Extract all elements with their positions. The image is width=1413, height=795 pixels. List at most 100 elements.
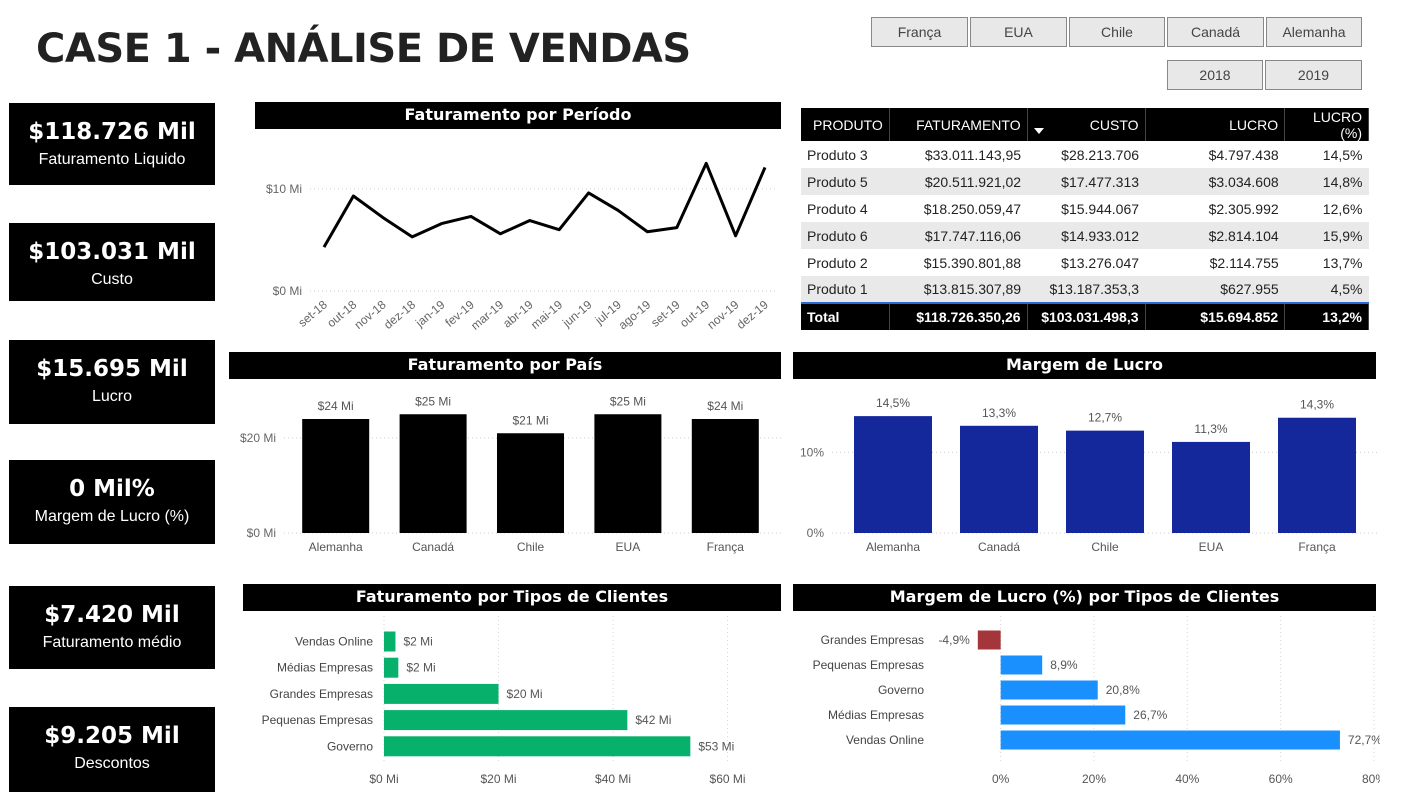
kpi-label: Margem de Lucro (%)	[34, 508, 190, 525]
x-tick-label: Chile	[1091, 540, 1119, 554]
data-label: 20,8%	[1106, 683, 1140, 697]
table-total-cell: $103.031.498,3	[1027, 302, 1146, 330]
category-label: Governo	[327, 739, 373, 753]
x-tick-label: $40 Mi	[595, 772, 631, 786]
data-label: $25 Mi	[415, 394, 451, 408]
column-header-custo[interactable]: CUSTO	[1027, 108, 1146, 141]
x-tick-label: mar-19	[468, 297, 506, 332]
x-tick-label: jan-19	[412, 297, 448, 330]
category-label: Médias Empresas	[277, 661, 373, 675]
x-tick-label: Canadá	[412, 540, 454, 554]
y-tick-label: 0%	[807, 526, 825, 540]
bar	[384, 657, 399, 678]
data-label: $20 Mi	[507, 687, 543, 701]
x-tick-label: EUA	[616, 540, 641, 554]
table-cell: $2.305.992	[1145, 195, 1285, 222]
kpi-card-faturamento: $118.726 Mil Faturamento Liquido	[9, 103, 215, 185]
x-tick-label: EUA	[1199, 540, 1224, 554]
column-header-faturamento[interactable]: FATURAMENTO	[889, 108, 1028, 141]
category-label: Grandes Empresas	[270, 687, 373, 701]
data-label: $53 Mi	[698, 739, 734, 753]
x-tick-label: $20 Mi	[481, 772, 517, 786]
x-tick-label: nov-19	[704, 297, 741, 332]
x-tick-label: Alemanha	[309, 540, 363, 554]
table-total-cell: $15.694.852	[1145, 302, 1286, 330]
kpi-label: Lucro	[91, 388, 133, 405]
data-label: 14,3%	[1300, 398, 1334, 412]
x-tick-label: set-19	[648, 297, 683, 329]
kpi-card-descontos: $9.205 Mil Descontos	[9, 707, 215, 792]
slicer-country-canada[interactable]: Canadá	[1167, 17, 1264, 47]
table-row[interactable]: Produto 6 $17.747.116,06 $14.933.012 $2.814…	[801, 222, 1369, 249]
table-cell: Produto 3	[801, 141, 890, 168]
slicer-year-2018[interactable]: 2018	[1167, 60, 1263, 90]
bar	[1000, 705, 1126, 725]
kpi-value: $7.420 Mil	[44, 602, 180, 628]
kpi-value: $118.726 Mil	[28, 119, 196, 145]
table-row[interactable]: Produto 4 $18.250.059,47 $15.944.067 $2.305…	[801, 195, 1369, 222]
x-tick-label: 20%	[1082, 772, 1106, 786]
bar	[1000, 730, 1340, 750]
bar	[1172, 441, 1250, 533]
kpi-card-margem: 0 Mil% Margem de Lucro (%)	[9, 460, 215, 544]
bar-chart-margem-lucro: 0% 10% 14,5% Alemanha 13,3% Canadá 12,7% Chile 1…	[800, 396, 1380, 554]
y-tick-label: $0 Mi	[273, 284, 302, 298]
slicer-country-alemanha[interactable]: Alemanha	[1266, 17, 1362, 47]
kpi-label: Custo	[91, 271, 133, 288]
slicer-country-franca[interactable]: França	[871, 17, 968, 47]
y-tick-label: $0 Mi	[247, 526, 276, 540]
table-row[interactable]: Produto 3 $33.011.143,95 $28.213.706 $4.797…	[801, 141, 1369, 168]
table-cell: 12,6%	[1284, 195, 1369, 222]
x-tick-label: 60%	[1269, 772, 1293, 786]
sort-down-icon[interactable]	[1033, 128, 1044, 134]
kpi-value: $103.031 Mil	[28, 239, 196, 265]
chart-title-clientes: Faturamento por Tipos de Clientes	[243, 584, 781, 611]
table-cell: Produto 6	[801, 222, 890, 249]
bar	[302, 419, 370, 533]
x-tick-label: França	[707, 540, 745, 554]
column-header-produto[interactable]: PRODUTO	[801, 108, 890, 141]
data-label: 13,3%	[982, 406, 1016, 420]
series-line	[322, 161, 767, 248]
table-cell: $28.213.706	[1027, 141, 1146, 168]
column-header-lucro[interactable]: LUCRO	[1145, 108, 1286, 141]
bar	[1000, 680, 1098, 700]
table-row[interactable]: Produto 2 $15.390.801,88 $13.276.047 $2.114…	[801, 249, 1369, 276]
category-label: Grandes Empresas	[821, 633, 924, 647]
bar	[384, 710, 628, 731]
table-cell: $13.187.353,3	[1027, 276, 1146, 303]
slicer-country-chile[interactable]: Chile	[1069, 17, 1165, 47]
table-cell: $17.747.116,06	[889, 222, 1028, 249]
table-row[interactable]: Produto 5 $20.511.921,02 $17.477.313 $3.034…	[801, 168, 1369, 195]
kpi-value: 0 Mil%	[69, 476, 155, 502]
line-chart-faturamento-periodo: $0 Mi$10 Miset-18out-18nov-18dez-18jan-1…	[266, 161, 775, 333]
table-cell: $627.955	[1145, 276, 1285, 303]
table-cell: $13.815.307,89	[889, 276, 1028, 303]
table-cell: $15.944.067	[1027, 195, 1146, 222]
x-tick-label: $0 Mi	[369, 772, 398, 786]
x-tick-label: 40%	[1175, 772, 1199, 786]
data-label: $2 Mi	[406, 661, 435, 675]
x-tick-label: Alemanha	[866, 540, 920, 554]
table-cell: $17.477.313	[1027, 168, 1146, 195]
x-tick-label: mai-19	[528, 297, 565, 332]
table-cell: $2.814.104	[1145, 222, 1285, 249]
table-cell: 14,8%	[1284, 168, 1369, 195]
slicer-year-2019[interactable]: 2019	[1265, 60, 1362, 90]
bar	[497, 433, 564, 533]
table-cell: Produto 4	[801, 195, 890, 222]
table-cell: $2.114.755	[1145, 249, 1285, 276]
column-header-lucro-pct[interactable]: LUCRO (%)	[1284, 108, 1369, 141]
kpi-card-faturamento-medio: $7.420 Mil Faturamento médio	[9, 586, 215, 669]
data-label: 8,9%	[1050, 658, 1078, 672]
slicer-country-eua[interactable]: EUA	[970, 17, 1067, 47]
x-tick-label: dez-18	[381, 297, 418, 332]
table-cell: 15,9%	[1284, 222, 1369, 249]
data-label: $21 Mi	[512, 413, 548, 427]
table-cell: $14.933.012	[1027, 222, 1146, 249]
table-row[interactable]: Produto 1 $13.815.307,89 $13.187.353,3 $627…	[801, 276, 1369, 303]
y-tick-label: 10%	[800, 445, 824, 459]
x-tick-label: 0%	[992, 772, 1010, 786]
bar	[960, 425, 1038, 533]
table-cell: $4.797.438	[1145, 141, 1285, 168]
